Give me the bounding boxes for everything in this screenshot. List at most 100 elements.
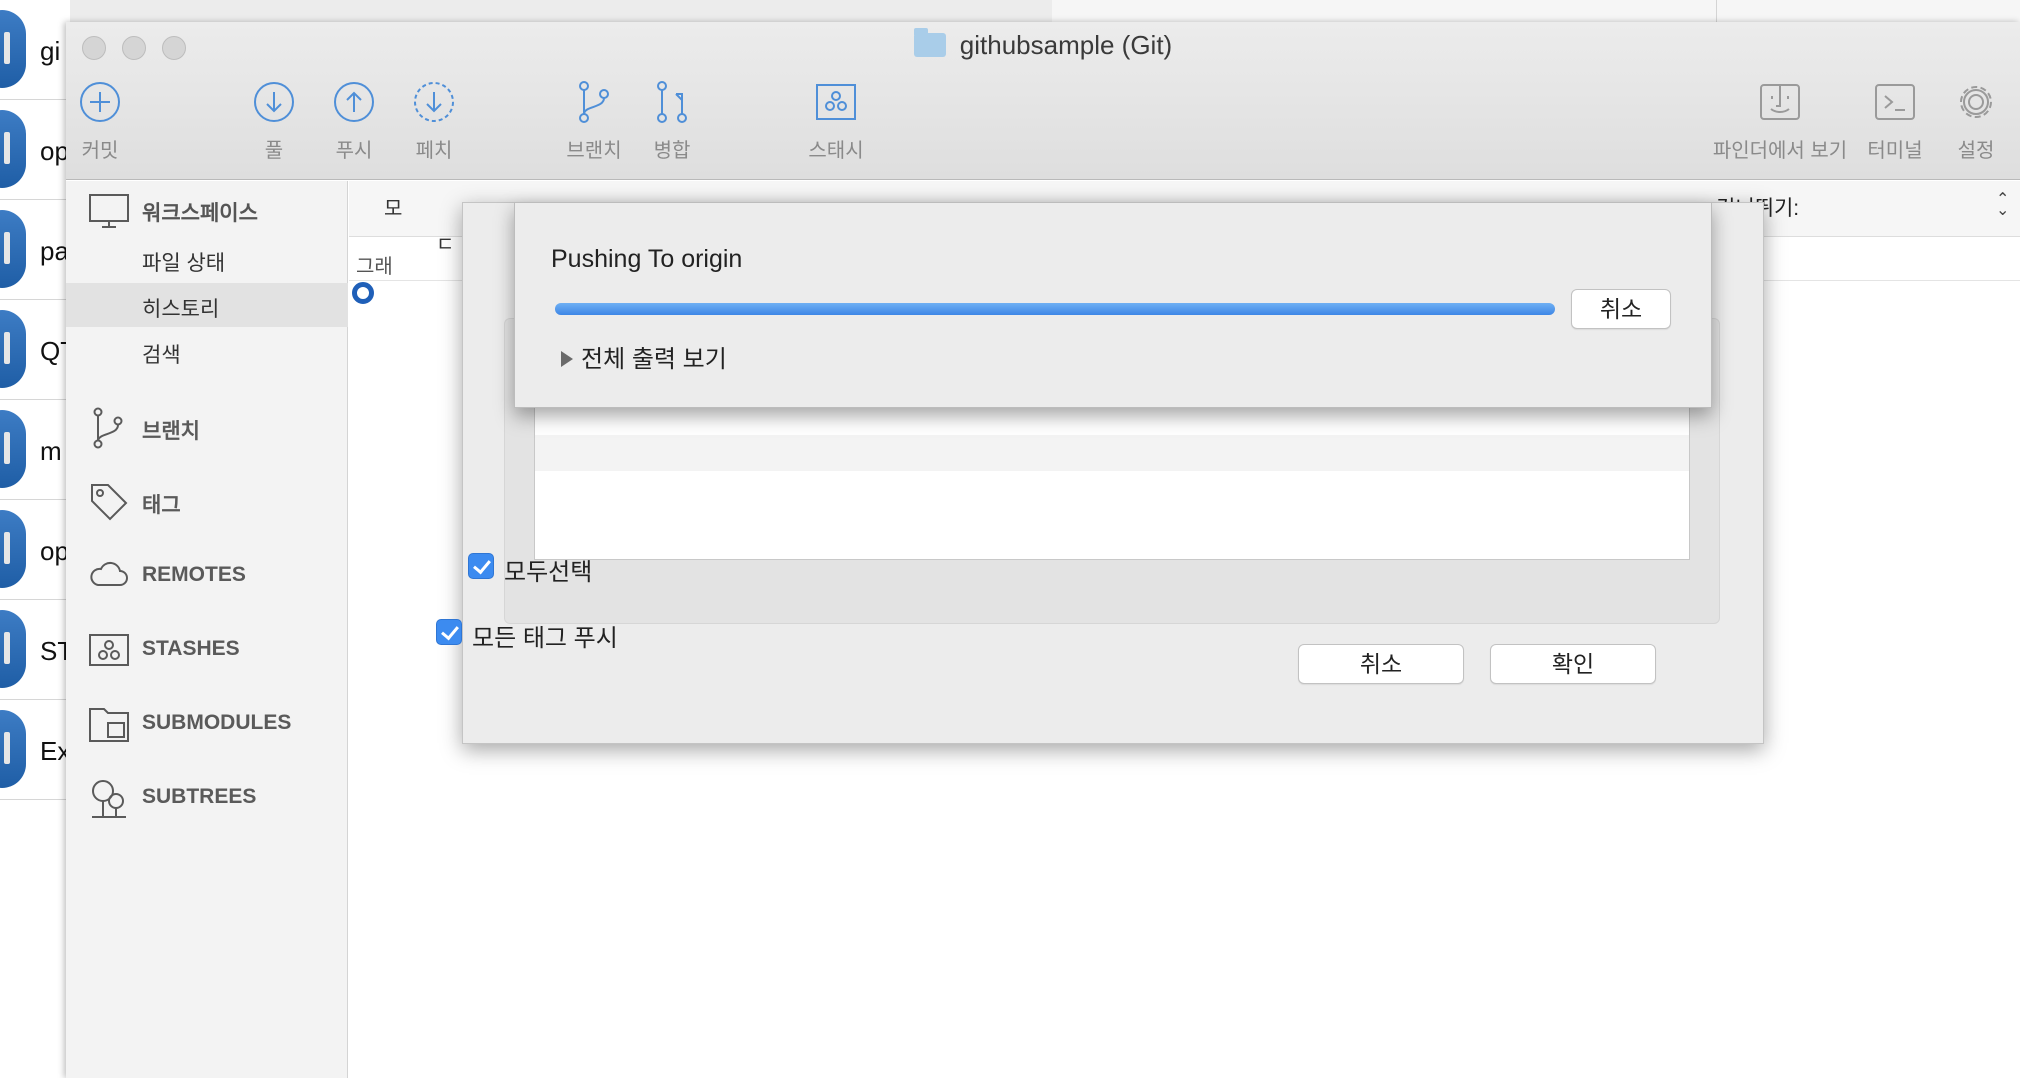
background-window-titlebar (0, 0, 1060, 24)
terminal-icon (1875, 84, 1915, 120)
main-window: githubsample (Git) 커밋 풀 푸시 페치 브랜치 병합 스태시… (66, 22, 2020, 1078)
list-item-label: pa (40, 236, 69, 266)
sidebar-item-label: 브랜치 (142, 420, 200, 443)
sidebar-item-stashes[interactable]: STASHES (66, 625, 348, 675)
sidebar-item-workspace[interactable]: 워크스페이스 (66, 185, 348, 235)
sidebar-item-label: 히스토리 (142, 298, 220, 321)
window-title-text: githubsample (Git) (959, 30, 1173, 60)
column-header-peek: 모 (384, 198, 403, 220)
fetch-circle-icon (414, 82, 454, 122)
sidebar-item-history[interactable]: 히스토리 (66, 283, 348, 327)
sidebar-item-tags[interactable]: 태그 (66, 477, 348, 527)
sidebar-item-subtrees[interactable]: SUBTREES (66, 773, 348, 823)
show-in-finder-button[interactable]: 파인더에서 보기 (1710, 80, 1850, 163)
tree-icon (92, 780, 126, 818)
background-right-pane (1052, 0, 2020, 24)
gear-icon (1960, 86, 1992, 118)
show-in-finder-label: 파인더에서 보기 (1712, 140, 1848, 162)
push-all-tags-label: 모든 태그 푸시 (472, 625, 618, 652)
repo-avatar (0, 10, 26, 88)
monitor-icon (89, 194, 129, 228)
dialog-label-peek: ㄷ (436, 234, 455, 256)
repo-avatar (0, 310, 26, 388)
show-output-label: 전체 출력 보기 (581, 346, 727, 373)
sidebar-item-label: 검색 (142, 344, 181, 367)
commit-button[interactable]: 커밋 (68, 80, 132, 163)
branch-button[interactable]: 브랜치 (556, 80, 632, 163)
pull-button[interactable]: 풀 (244, 80, 304, 163)
pull-label: 풀 (264, 140, 284, 162)
list-item[interactable]: Ex (0, 700, 70, 800)
list-item[interactable]: m (0, 400, 70, 500)
fetch-button[interactable]: 페치 (404, 80, 464, 163)
sidebar-item-label: STASHES (142, 637, 240, 660)
sidebar-item-submodules[interactable]: SUBMODULES (66, 699, 348, 749)
list-item[interactable]: pa (0, 200, 70, 300)
settings-button[interactable]: 설정 (1946, 80, 2006, 163)
submodule-icon (89, 708, 129, 742)
repo-avatar (0, 210, 26, 288)
finder-icon (1760, 84, 1800, 120)
list-item[interactable]: op (0, 100, 70, 200)
sidebar: 워크스페이스 파일 상태 히스토리 검색 브랜치 태그 REMOTES STAS… (66, 181, 348, 1078)
merge-icon (657, 81, 687, 123)
progress-bar (555, 303, 1555, 315)
stash-button[interactable]: 스태시 (796, 80, 876, 163)
progress-cancel-button[interactable]: 취소 (1571, 289, 1671, 329)
ok-button[interactable]: 확인 (1490, 644, 1656, 684)
repo-avatar (0, 710, 26, 788)
repo-avatar (0, 510, 26, 588)
branch-icon (579, 81, 609, 123)
stash-icon (816, 84, 856, 120)
graph-column-label: 그래 (356, 256, 393, 278)
sidebar-item-branches[interactable]: 브랜치 (66, 403, 348, 453)
sidebar-item-label: 워크스페이스 (142, 202, 258, 225)
folder-icon (913, 28, 946, 57)
cloud-icon (90, 561, 128, 586)
branch-icon (93, 407, 123, 449)
list-item[interactable]: op (0, 500, 70, 600)
disclosure-triangle-icon (561, 351, 573, 367)
merge-button[interactable]: 병합 (642, 80, 702, 163)
repo-avatar (0, 110, 26, 188)
tag-icon (91, 484, 128, 521)
commit-node[interactable] (352, 282, 374, 304)
plus-circle-icon (80, 82, 120, 122)
background-divider (1716, 0, 1717, 24)
list-item[interactable]: ST (0, 600, 73, 700)
push-all-tags-checkbox[interactable] (436, 619, 462, 645)
sidebar-item-label: SUBTREES (142, 785, 257, 808)
settings-label: 설정 (1957, 140, 1995, 162)
commit-label: 커밋 (81, 140, 119, 162)
stash-icon (89, 634, 129, 666)
progress-bar-fill (555, 303, 1555, 315)
push-button[interactable]: 푸시 (324, 80, 384, 163)
list-item[interactable]: QT (0, 300, 76, 400)
terminal-label: 터미널 (1867, 140, 1923, 162)
list-item-label: op (40, 136, 69, 166)
list-item[interactable]: gi (0, 0, 70, 100)
repo-avatar (0, 410, 26, 488)
list-item-label: gi (40, 36, 61, 66)
sidebar-item-label: 태그 (142, 494, 181, 517)
show-output-disclosure[interactable]: 전체 출력 보기 (561, 339, 727, 374)
table-row[interactable] (535, 435, 1689, 471)
repo-avatar (0, 610, 26, 688)
terminal-button[interactable]: 터미널 (1860, 80, 1930, 163)
branch-label: 브랜치 (566, 140, 622, 162)
table-row[interactable] (535, 471, 1689, 507)
cancel-button[interactable]: 취소 (1298, 644, 1464, 684)
arrow-up-circle-icon (334, 82, 374, 122)
sidebar-item-search[interactable]: 검색 (66, 329, 348, 373)
sidebar-item-remotes[interactable]: REMOTES (66, 551, 348, 601)
list-item-label: m (40, 436, 62, 466)
merge-label: 병합 (653, 140, 691, 162)
sidebar-item-label: SUBMODULES (142, 711, 292, 734)
window-title: githubsample (Git) (66, 28, 2020, 61)
sidebar-item-file-status[interactable]: 파일 상태 (66, 237, 348, 281)
arrow-down-circle-icon (254, 82, 294, 122)
skip-stepper[interactable]: ⌃ ⌄ (1996, 192, 2009, 219)
list-item-label: op (40, 536, 69, 566)
sidebar-item-label: 파일 상태 (142, 252, 226, 275)
select-all-checkbox[interactable] (468, 553, 494, 579)
